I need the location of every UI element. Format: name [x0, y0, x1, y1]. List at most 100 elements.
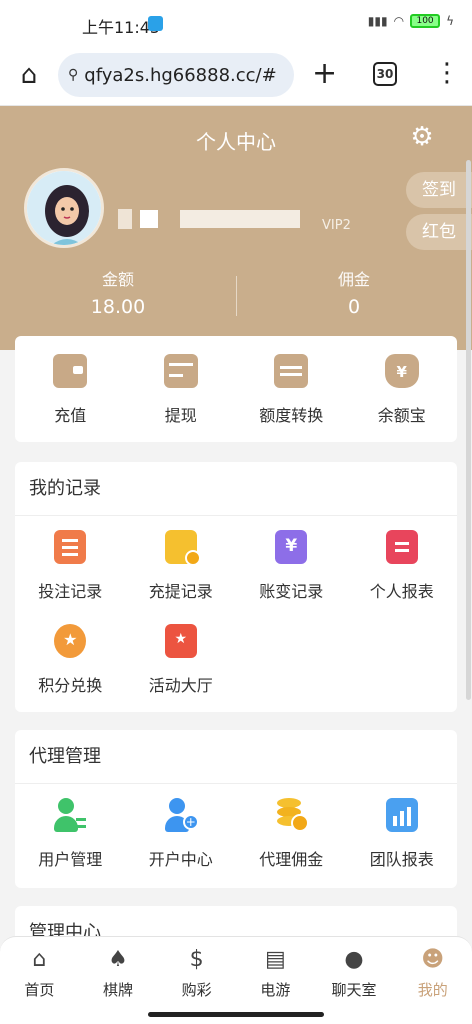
agent-label: 团队报表 [369, 850, 434, 869]
quick-label: 充值 [54, 406, 87, 425]
nav-home[interactable]: ⌂ 首页 [0, 937, 79, 1024]
avatar-image [27, 171, 101, 245]
stat-balance-label: 金额 [101, 270, 134, 289]
medal-icon: ★ [54, 624, 87, 658]
card-icon [163, 354, 198, 388]
record-label: 充提记录 [148, 582, 213, 601]
agent-user-manage[interactable]: 用户管理 [15, 798, 126, 892]
vip-badge: VIP2 [322, 218, 351, 233]
chat-icon: ● [344, 946, 364, 972]
username-masked [118, 204, 300, 234]
checkin-button[interactable]: 签到 [406, 172, 472, 208]
quick-label: 额度转换 [259, 406, 324, 425]
stat-commission-label: 佣金 [337, 270, 370, 289]
quick-label: 提现 [164, 406, 197, 425]
quick-transfer[interactable]: 额度转换 [236, 336, 347, 442]
stat-balance-value: 18.00 [90, 296, 146, 318]
signal-icon: ▮▮▮ [367, 14, 388, 28]
home-icon: ⌂ [32, 946, 47, 972]
section-title: 我的记录 [15, 462, 457, 516]
gesture-bar [148, 1012, 324, 1017]
section-title: 代理管理 [15, 730, 457, 784]
money-bag-icon: ¥ [384, 354, 419, 388]
wifi-icon: ◠ [393, 14, 405, 28]
yen-record-icon: ¥ [275, 530, 308, 564]
agent-label: 用户管理 [38, 850, 103, 869]
browser-toolbar: ⌂ ⚲ qfya2s.hg66888.cc/# + 30 ⋮ [0, 44, 472, 106]
new-tab-icon[interactable]: + [312, 56, 337, 92]
status-bar: 上午11:45 ▮▮▮ ◠ 100 ϟ [0, 0, 472, 44]
record-bet[interactable]: 投注记录 [15, 530, 126, 624]
agent-label: 代理佣金 [259, 850, 324, 869]
quick-recharge[interactable]: 充值 [15, 336, 126, 442]
record-deposit[interactable]: 充提记录 [126, 530, 237, 624]
avatar[interactable] [24, 168, 104, 248]
agent-commission[interactable]: 代理佣金 [236, 798, 347, 892]
charging-icon: ϟ [446, 14, 454, 28]
bottom-nav: ⌂ 首页 ♠ 棋牌 $ 购彩 ▤ 电游 ● 聊天室 ☻ 我的 [0, 936, 472, 1024]
stat-commission[interactable]: 佣金 0 [236, 266, 472, 326]
record-points-exchange[interactable]: ★ 积分兑换 [15, 624, 126, 718]
page-title: 个人中心 [196, 130, 276, 154]
redpacket-button[interactable]: 红包 [406, 214, 472, 250]
address-bar[interactable]: ⚲ qfya2s.hg66888.cc/# [58, 53, 294, 97]
user-manage-icon [54, 798, 87, 832]
record-label: 账变记录 [259, 582, 324, 601]
record-label: 活动大厅 [148, 676, 213, 695]
agent-grid: 用户管理 + 开户中心 代理佣金 团队报表 [15, 784, 457, 892]
quick-yuebao[interactable]: ¥ 余额宝 [347, 336, 458, 442]
record-activity-hall[interactable]: ★ 活动大厅 [126, 624, 237, 718]
nav-chat[interactable]: ● 聊天室 [315, 937, 394, 1024]
browser-home-icon[interactable]: ⌂ [14, 60, 44, 90]
page-scrollbar[interactable] [466, 160, 471, 700]
nav-label: 电游 [260, 981, 291, 999]
record-label: 积分兑换 [38, 676, 103, 695]
record-label: 投注记录 [38, 582, 103, 601]
site-settings-icon[interactable]: ⚲ [68, 67, 78, 83]
team-report-icon [385, 798, 418, 832]
slot-icon: ▤ [264, 946, 286, 972]
deposit-record-icon [164, 530, 201, 566]
profile-icon: ☻ [421, 946, 445, 972]
nav-slots[interactable]: ▤ 电游 [236, 937, 315, 1024]
coins-icon [275, 798, 310, 832]
nav-label: 棋牌 [103, 981, 134, 999]
status-indicators: ▮▮▮ ◠ 100 ϟ [368, 14, 454, 28]
cart-icon: $ [189, 946, 204, 972]
add-user-icon: + [164, 798, 199, 832]
settings-gear-icon[interactable]: ⚙ [407, 122, 437, 152]
agent-section: 代理管理 用户管理 + 开户中心 代理佣金 团队报表 [15, 730, 457, 888]
nav-label: 聊天室 [331, 981, 377, 999]
records-section: 我的记录 投注记录 充提记录 ¥ 账变记录 个人报表 ★ 积分兑换 ★ 活动大厅 [15, 462, 457, 712]
nav-label: 首页 [24, 981, 55, 999]
agent-label: 开户中心 [148, 850, 213, 869]
nav-label: 我的 [417, 981, 448, 999]
gift-icon: ★ [164, 624, 197, 658]
agent-team-report[interactable]: 团队报表 [347, 798, 458, 892]
browser-menu-icon[interactable]: ⋮ [434, 58, 460, 88]
tab-switcher-button[interactable]: 30 [373, 62, 397, 86]
quick-actions: 充值 提现 额度转换 ¥ 余额宝 [15, 336, 457, 442]
transfer-icon [274, 354, 309, 388]
nav-mine[interactable]: ☻ 我的 [393, 937, 472, 1024]
record-personal-report[interactable]: 个人报表 [347, 530, 458, 624]
battery-icon: 100 [410, 14, 441, 28]
nav-lottery[interactable]: $ 购彩 [157, 937, 236, 1024]
quick-withdraw[interactable]: 提现 [126, 336, 237, 442]
stat-balance[interactable]: 金额 18.00 [0, 266, 236, 326]
quick-label: 余额宝 [377, 406, 426, 425]
nav-cards[interactable]: ♠ 棋牌 [79, 937, 158, 1024]
bet-record-icon [54, 530, 87, 564]
stat-commission-value: 0 [347, 296, 361, 318]
record-label: 个人报表 [369, 582, 434, 601]
report-icon [385, 530, 418, 564]
nav-label: 购彩 [181, 981, 212, 999]
profile-header: 个人中心 ⚙ VIP2 签到 红包 金额 18.00 佣金 0 [0, 106, 472, 350]
app-notification-icon [148, 16, 163, 31]
battery-level: 100 [416, 16, 434, 26]
records-grid: 投注记录 充提记录 ¥ 账变记录 个人报表 ★ 积分兑换 ★ 活动大厅 [15, 516, 457, 718]
agent-open-account[interactable]: + 开户中心 [126, 798, 237, 892]
wallet-icon [53, 354, 88, 388]
stat-divider [236, 276, 237, 316]
record-balance-change[interactable]: ¥ 账变记录 [236, 530, 347, 624]
